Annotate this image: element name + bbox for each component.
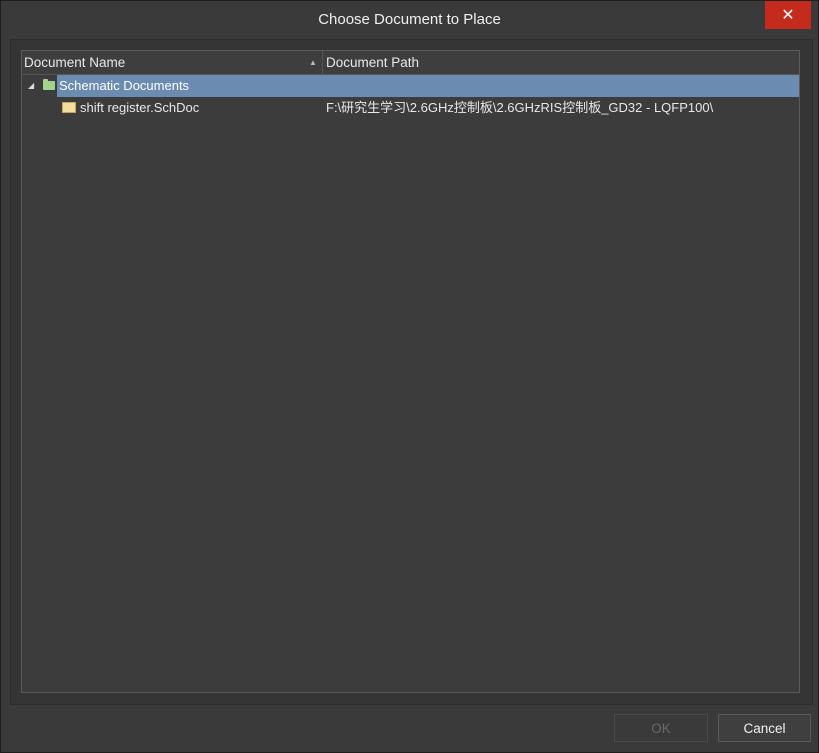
column-header-label: Document Name: [24, 55, 126, 70]
close-icon: ✕: [781, 7, 795, 24]
group-row-schematic-documents[interactable]: ◢ Schematic Documents: [22, 75, 799, 97]
column-header-document-name[interactable]: Document Name ▲: [24, 51, 323, 74]
grid-header: Document Name ▲ Document Path: [22, 51, 799, 75]
title-bar[interactable]: Choose Document to Place ✕: [1, 1, 818, 38]
document-path: F:\研究生学习\2.6GHz控制板\2.6GHzRIS控制板_GD32 - L…: [326, 100, 714, 115]
content-panel: Document Name ▲ Document Path ◢ Schemati…: [10, 39, 813, 705]
table-row[interactable]: shift register.SchDoc F:\研究生学习\2.6GHz控制板…: [22, 97, 799, 119]
document-grid[interactable]: Document Name ▲ Document Path ◢ Schemati…: [21, 50, 800, 693]
group-label: Schematic Documents: [59, 78, 190, 93]
sort-ascending-icon[interactable]: ▲: [309, 51, 317, 74]
close-button[interactable]: ✕: [765, 1, 811, 29]
collapse-icon[interactable]: ◢: [28, 75, 34, 97]
dialog-title: Choose Document to Place: [318, 11, 501, 28]
folder-icon: [43, 79, 55, 90]
cancel-button[interactable]: Cancel: [718, 714, 811, 742]
document-name: shift register.SchDoc: [80, 100, 200, 115]
ok-button[interactable]: OK: [614, 714, 708, 742]
column-header-label: Document Path: [326, 55, 420, 70]
choose-document-dialog: Choose Document to Place ✕ Document Name…: [0, 0, 819, 753]
schematic-document-icon: [62, 102, 76, 113]
column-header-document-path[interactable]: Document Path: [324, 51, 796, 74]
